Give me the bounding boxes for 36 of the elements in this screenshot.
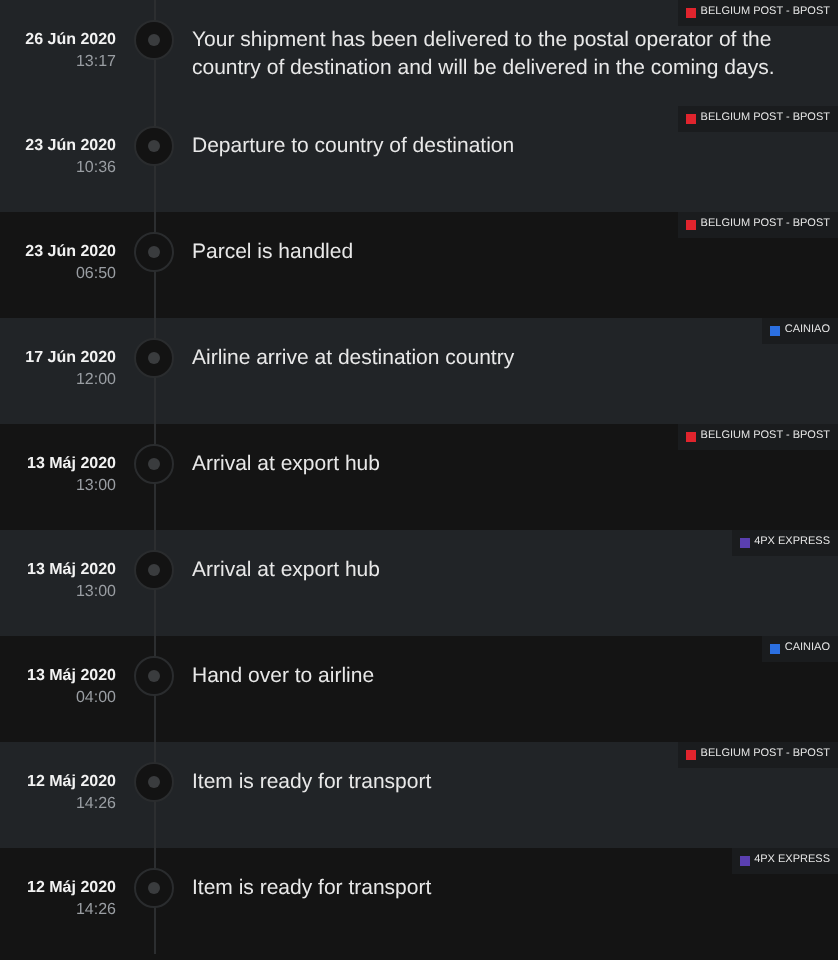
timeline-node-icon: [134, 444, 174, 484]
timeline-node-icon: [134, 868, 174, 908]
event-description: Airline arrive at destination country: [192, 346, 515, 373]
timeline-node-icon: [134, 338, 174, 378]
timeline-node-icon: [134, 20, 174, 60]
event-time: 14:26: [75, 898, 116, 920]
timeline-node-icon: [134, 550, 174, 590]
event-date: 23 Jún 2020: [25, 240, 116, 262]
event-time: 14:26: [75, 792, 116, 814]
event-description: Parcel is handled: [192, 240, 354, 267]
event-description: Arrival at export hub: [192, 558, 380, 585]
event-time: 13:00: [75, 474, 116, 496]
timeline-node-icon: [134, 232, 174, 272]
event-time: 13:17: [75, 50, 116, 72]
event-date: 23 Jún 2020: [25, 134, 116, 156]
event-description: Your shipment has been delivered to the postal operator of the country of destination and will be delivered in the coming days.: [192, 28, 777, 82]
event-description: Departure to country of destination: [192, 134, 515, 161]
timeline-node-icon: [134, 762, 174, 802]
event-time: 12:00: [75, 368, 116, 390]
event-time: 13:00: [75, 580, 116, 602]
event-date: 13 Máj 2020: [27, 558, 116, 580]
event-date: 17 Jún 2020: [25, 346, 116, 368]
event-description: Item is ready for transport: [192, 770, 432, 797]
event-description: Arrival at export hub: [192, 452, 380, 479]
event-time: 06:50: [75, 262, 116, 284]
event-date: 13 Máj 2020: [27, 452, 116, 474]
timeline-node-icon: [134, 656, 174, 696]
event-date: 13 Máj 2020: [27, 664, 116, 686]
event-description: Hand over to airline: [192, 664, 375, 691]
event-time: 04:00: [75, 686, 116, 708]
event-time: 10:36: [75, 156, 116, 178]
event-date: 12 Máj 2020: [27, 876, 116, 898]
event-date: 12 Máj 2020: [27, 770, 116, 792]
timeline-node-icon: [134, 126, 174, 166]
event-date: 26 Jún 2020: [25, 28, 116, 50]
event-description: Item is ready for transport: [192, 876, 432, 903]
